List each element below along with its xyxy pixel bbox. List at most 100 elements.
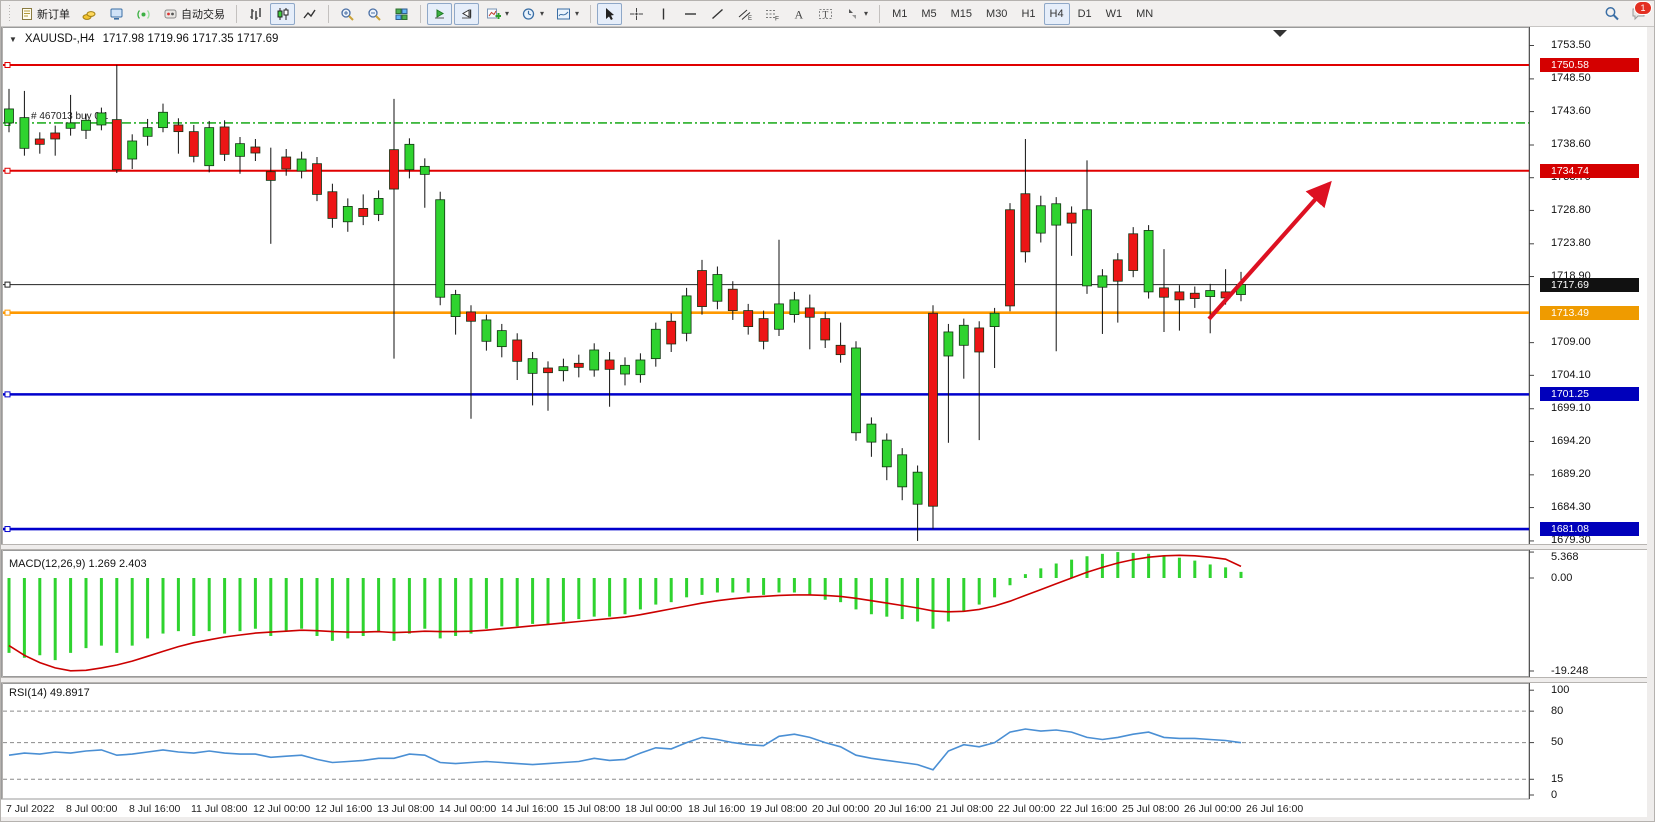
new-order-button[interactable]: 新订单 [14,3,75,25]
timeframe-h4-button[interactable]: H4 [1044,3,1070,25]
time-axis-label: 18 Jul 16:00 [688,803,745,815]
candle-body [497,331,506,347]
candle-body [420,166,429,174]
candle-body [251,147,260,153]
time-axis-label: 20 Jul 16:00 [874,803,931,815]
hline-anchor[interactable] [5,310,10,315]
bars-chart-button[interactable] [243,3,268,25]
hline-anchor[interactable] [5,282,10,287]
zoom-in-icon [340,6,355,21]
rsi-tick-label: 0 [1551,789,1557,801]
candlestick-chart-button[interactable] [270,3,295,25]
price-tick-label: 1694.20 [1551,435,1591,447]
timeframe-m5-button[interactable]: M5 [915,3,942,25]
price-badge-1701.25: 1701.25 [1540,387,1639,401]
price-tick-label: 1738.60 [1551,138,1591,150]
rsi-tick-label: 15 [1551,773,1563,785]
tile-windows-icon [394,6,409,21]
candle-body [482,320,491,341]
chat-button[interactable]: 1 [1626,3,1651,25]
candle-body [513,340,522,361]
chart-shift-button[interactable] [454,3,479,25]
dropdown-arrow-icon[interactable]: ▾ [575,9,579,18]
cursor-icon [602,6,617,21]
button-label: H4 [1050,8,1064,20]
vline-button[interactable] [651,3,676,25]
candle-body [959,325,968,345]
price-tick-label: 1723.80 [1551,237,1591,249]
hline-anchor[interactable] [5,527,10,532]
rsi-tick-label: 80 [1551,705,1563,717]
timeframe-m30-button[interactable]: M30 [980,3,1013,25]
chart-area[interactable]: # 467013 buy 0.1 ▼ XAUUSD-,H4 1717.98 17… [1,27,1655,822]
time-axis-label: 18 Jul 00:00 [625,803,682,815]
line-chart-button[interactable] [297,3,322,25]
dropdown-arrow-icon[interactable]: ▾ [505,9,509,18]
candle-body [744,311,753,327]
auto-scroll-button[interactable] [427,3,452,25]
hline-anchor[interactable] [5,63,10,68]
price-badge-1681.08: 1681.08 [1540,522,1639,536]
rsi-tick-label: 50 [1551,736,1563,748]
autotrade-button[interactable]: 自动交易 [158,3,230,25]
hline-button[interactable] [678,3,703,25]
candle-body [189,132,198,157]
dropdown-arrow-icon[interactable]: ▾ [540,9,544,18]
tile-windows-button[interactable] [389,3,414,25]
timeframe-m15-button[interactable]: M15 [945,3,978,25]
toolbar-drag-handle[interactable] [7,5,11,23]
candle-body [775,304,784,329]
hline-anchor[interactable] [5,168,10,173]
add-indicator-button[interactable]: ▾ [481,3,514,25]
crosshair-button[interactable] [624,3,649,25]
dropdown-arrow-icon[interactable]: ▾ [864,9,868,18]
candle-body [867,424,876,442]
chart-canvas[interactable]: # 467013 buy 0.1 [1,27,1655,822]
candle-body [143,128,152,137]
candle-body [66,123,75,128]
macd-pane-splitter[interactable] [1,544,1655,550]
candle-body [467,312,476,321]
timeframe-h1-button[interactable]: H1 [1015,3,1041,25]
candle-body [51,133,60,139]
signal-button[interactable] [131,3,156,25]
candle-body [651,329,660,358]
rsi-pane-splitter[interactable] [1,677,1655,683]
zoom-out-button[interactable] [362,3,387,25]
candle-body [544,368,553,373]
candle-body [5,109,14,123]
candle-body [112,120,121,170]
collapse-triangle-icon[interactable]: ▼ [9,35,17,44]
price-tick-label: 1709.00 [1551,336,1591,348]
timeframe-mn-button[interactable]: MN [1130,3,1159,25]
signal-icon [136,6,151,21]
candle-body [605,360,614,369]
candle-body [1098,276,1107,287]
vline-icon [656,6,671,21]
text-label-button[interactable]: T [813,3,838,25]
fibo-button[interactable]: F [759,3,784,25]
candle-body [790,300,799,315]
terminal-button[interactable] [104,3,129,25]
periods-clock-button[interactable]: ▾ [516,3,549,25]
search-button[interactable] [1599,3,1624,25]
new-order-icon [19,6,34,21]
gold-chart-button[interactable] [77,3,102,25]
timeframe-w1-button[interactable]: W1 [1100,3,1129,25]
timeframe-m1-button[interactable]: M1 [886,3,913,25]
price-tick-label: 1689.20 [1551,468,1591,480]
templates-button[interactable]: ▾ [551,3,584,25]
autotrade-icon [163,6,178,21]
arrows-style-button[interactable]: ▾ [840,3,873,25]
zoom-in-button[interactable] [335,3,360,25]
trendline-button[interactable] [705,3,730,25]
button-label: M15 [951,8,972,20]
text-button[interactable]: A [786,3,811,25]
cursor-button[interactable] [597,3,622,25]
channel-button[interactable]: E [732,3,757,25]
hline-anchor[interactable] [5,392,10,397]
timeframe-d1-button[interactable]: D1 [1072,3,1098,25]
candle-body [852,348,861,433]
svg-text:T: T [823,10,829,20]
text-icon: A [791,6,806,21]
